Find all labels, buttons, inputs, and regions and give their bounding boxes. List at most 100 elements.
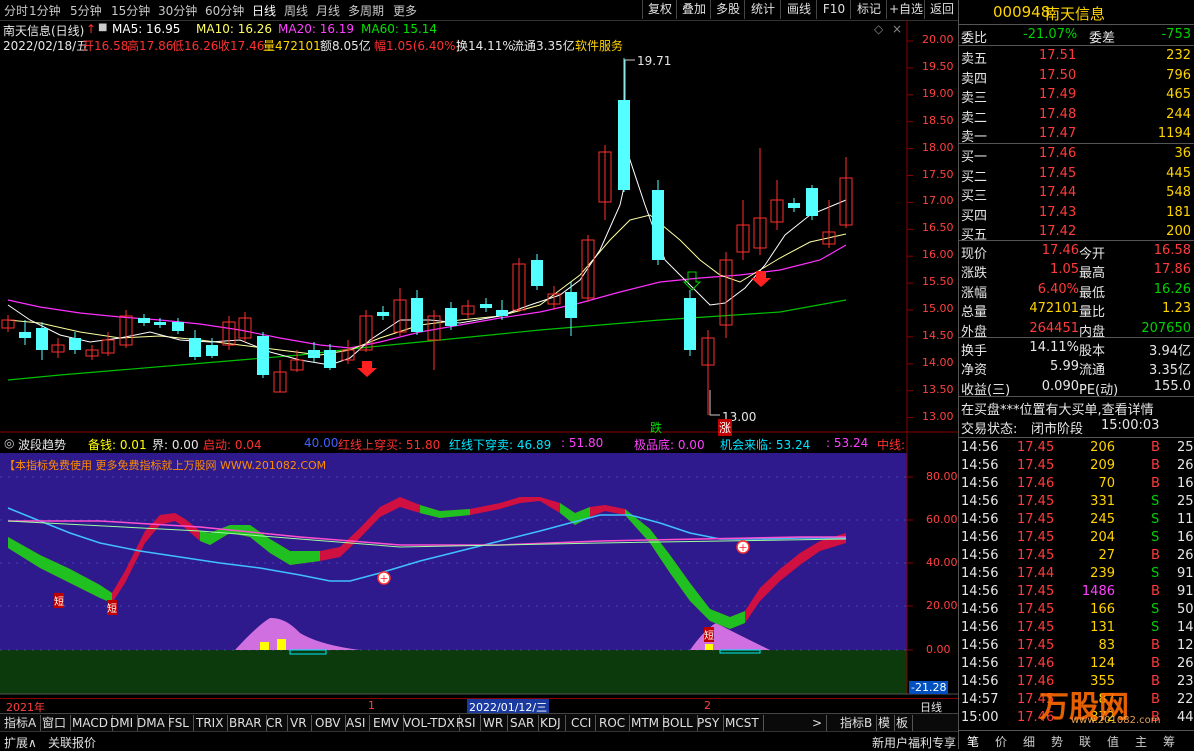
price-axis-label: 13.00: [922, 409, 954, 423]
info-high: 高17.86: [127, 39, 174, 53]
tab-60min[interactable]: 60分钟: [205, 2, 244, 19]
indicator-tab-roc[interactable]: ROC: [595, 715, 631, 731]
price-axis-label: 17.50: [922, 167, 954, 181]
detail-tab-0[interactable]: 笔: [967, 733, 979, 750]
indicator-ad-text[interactable]: 【本指标免费使用 更多免费指标就上万股网 WWW.201082.COM: [4, 457, 326, 473]
indicator-tab-a[interactable]: 指标A: [0, 715, 42, 731]
candle-body: [324, 350, 336, 368]
kline-chart-panel[interactable]: 南天信息(日线) ↑ ■ MA5: 16.95 MA10: 16.26 MA20…: [0, 20, 958, 436]
tab-daily[interactable]: 日线: [252, 2, 276, 19]
tick-cell: 26: [1177, 458, 1194, 473]
diamond-icon[interactable]: ◇: [874, 22, 883, 36]
ask-level: 卖四: [961, 71, 988, 87]
tab-30min[interactable]: 30分钟: [158, 2, 197, 19]
stat-label: 今开: [1079, 247, 1106, 262]
tab-1min[interactable]: 1分钟: [29, 2, 61, 19]
bid-price: 17.42: [1039, 224, 1077, 239]
ask-row: 卖二 17.48 244: [959, 106, 1194, 126]
tick-row: 14:56 17.46 70 B 16: [959, 475, 1194, 494]
tab-scroll-right-icon[interactable]: >: [808, 715, 828, 731]
tab-multi-period[interactable]: 多周期: [348, 2, 384, 19]
new-user-benefit-link[interactable]: 新用户福利专享: [872, 734, 956, 751]
tab-monthly[interactable]: 月线: [316, 2, 340, 19]
indicator-tab-kdj[interactable]: KDJ: [536, 715, 566, 731]
low-pointer: [709, 390, 720, 416]
price-axis-label: 16.00: [922, 248, 954, 262]
draw-line-button[interactable]: 画线: [780, 0, 817, 19]
indicator-tab-fsl[interactable]: FSL: [164, 715, 194, 731]
indicator-tab-vr[interactable]: VR: [286, 715, 312, 731]
candle-body: [257, 336, 269, 375]
indicator-tab-boll[interactable]: BOLL: [658, 715, 698, 731]
related-quote-button[interactable]: 关联报价: [48, 734, 96, 751]
indicator-tab-voltdx[interactable]: VOL-TDX: [399, 715, 460, 731]
mark-button[interactable]: 标记: [850, 0, 887, 19]
detail-tab-5[interactable]: 值: [1107, 733, 1119, 750]
detail-tab-1[interactable]: 价: [995, 733, 1007, 750]
tab-more[interactable]: 更多: [393, 2, 417, 19]
detail-tab-4[interactable]: 联: [1079, 733, 1091, 750]
indicator-name[interactable]: 波段趋势: [18, 436, 66, 453]
bid-price: 17.46: [1039, 146, 1077, 161]
tab-weekly[interactable]: 周线: [284, 2, 308, 19]
indicator-tab-cci[interactable]: CCI: [567, 715, 597, 731]
trade-state-time: 15:00:03: [1101, 418, 1160, 433]
tick-row: 14:56 17.45 209 B 26: [959, 457, 1194, 476]
indicator-tab-trix[interactable]: TRIX: [192, 715, 229, 731]
detail-tab-7[interactable]: 筹: [1163, 733, 1175, 750]
indicator-tab-asi[interactable]: ASI: [342, 715, 371, 731]
tick-row: 14:56 17.45 131 S 14: [959, 619, 1194, 638]
indicator-dropdown-icon[interactable]: ◎: [4, 436, 14, 450]
indicator-tab-cr[interactable]: CR: [262, 715, 288, 731]
restore-rights-button[interactable]: 复权: [642, 0, 677, 19]
param-red-down: 红线下穿卖: 46.89: [449, 438, 552, 452]
big-order-notice[interactable]: 在买盘***位置有大买单,查看详情: [959, 398, 1194, 418]
add-watchlist-button[interactable]: +自选: [886, 0, 925, 19]
expand-button[interactable]: 扩展∧: [4, 734, 37, 751]
param-jipindi: 极品底: 0.00: [634, 438, 705, 452]
indicator-tab-sar[interactable]: SAR: [506, 715, 540, 731]
indicator-tab-right-2[interactable]: 板: [892, 715, 914, 731]
detail-tab-2[interactable]: 细: [1023, 733, 1035, 750]
tick-cell: 27: [1098, 548, 1115, 563]
trade-state-label: 交易状态:: [961, 422, 1018, 437]
back-button[interactable]: 返回: [924, 0, 959, 19]
stat-label: 涨跌: [961, 266, 988, 282]
price-axis-label: 17.00: [922, 194, 954, 208]
indicator-tab-[interactable]: 窗口: [38, 715, 72, 731]
detail-tab-6[interactable]: 主: [1135, 733, 1147, 750]
quote-panel: 000948 南天信息 委比 -21.07% 委差 -753 卖五 17.51 23…: [958, 0, 1194, 749]
ma60-label: MA60: 15.14: [361, 22, 438, 36]
tick-cell: 17.46: [1017, 656, 1055, 671]
close-icon[interactable]: ×: [892, 22, 902, 36]
tick-cell: 17.45: [1017, 440, 1055, 455]
indicator-panel[interactable]: + + ◎ 波段趋势 备钱: 0.01 界: 0.00 启动: 0.04 40.…: [0, 433, 958, 698]
stats-button[interactable]: 统计: [744, 0, 781, 19]
indicator-axis-label: 80.00: [926, 470, 958, 483]
indicator-tab-psy[interactable]: PSY: [693, 715, 725, 731]
tab-5min[interactable]: 5分钟: [70, 2, 102, 19]
ask-volume: 232: [1166, 48, 1191, 63]
tick-cell: 14:56: [961, 638, 999, 653]
tab-15min[interactable]: 15分钟: [111, 2, 150, 19]
f10-button[interactable]: F10: [816, 0, 851, 19]
stat-row: 涨幅 6.40% 最低 16.26: [959, 281, 1194, 301]
date-axis-month-2: 2: [704, 699, 711, 712]
stat-value: 17.46: [1041, 243, 1079, 258]
price-axis-label: 15.50: [922, 275, 954, 289]
overlay-button[interactable]: 叠加: [676, 0, 711, 19]
ask-row: 卖一 17.47 1194: [959, 125, 1194, 145]
tick-cell: 14:56: [961, 602, 999, 617]
tab-fenshi[interactable]: 分时: [4, 2, 28, 19]
indicator-tab-mcst[interactable]: MCST: [721, 715, 764, 731]
indicator-tab-brar[interactable]: BRAR: [225, 715, 267, 731]
multi-stock-button[interactable]: 多股: [710, 0, 745, 19]
indicator-tab-rsi[interactable]: RSI: [452, 715, 481, 731]
bid-volume: 445: [1166, 165, 1191, 181]
detail-tab-3[interactable]: 势: [1051, 733, 1063, 750]
indicator-tab-wr[interactable]: WR: [479, 715, 509, 731]
ma-settings-icon[interactable]: ■: [98, 22, 107, 33]
indicator-tab-right-0[interactable]: 指标B: [836, 715, 878, 731]
stat-value: 1.23: [1162, 301, 1191, 317]
indicator-tab-obv[interactable]: OBV: [311, 715, 346, 731]
